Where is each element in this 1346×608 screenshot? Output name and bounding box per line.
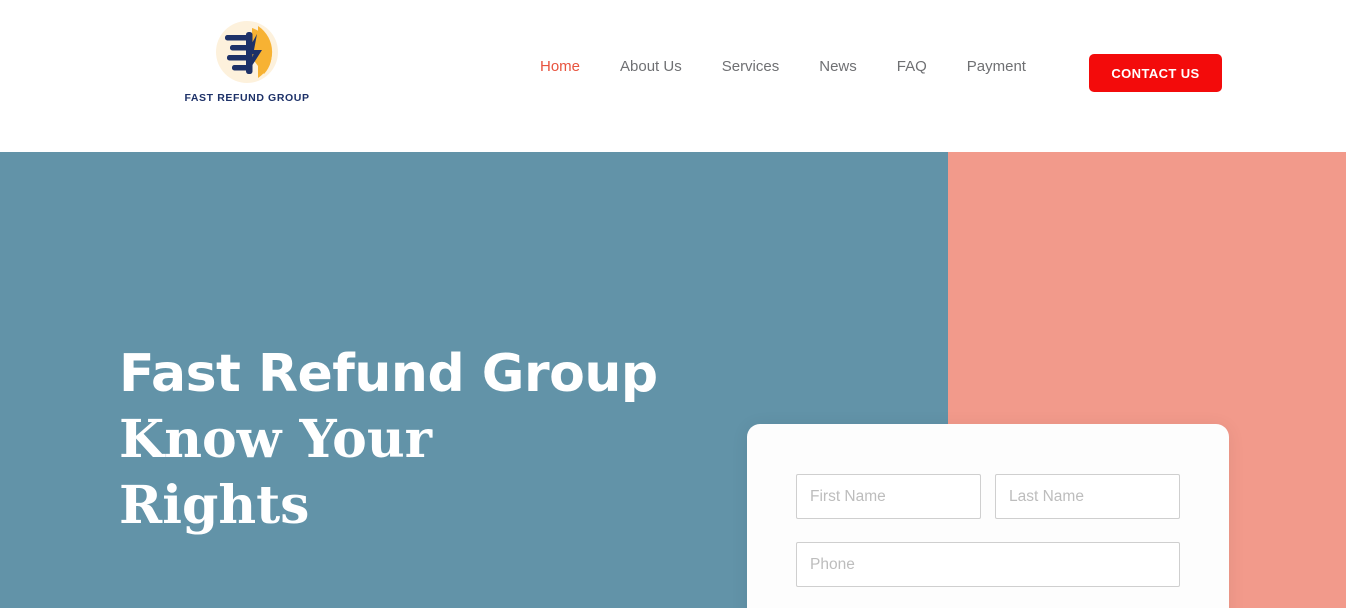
fast-refund-lightning-logo-icon	[216, 21, 278, 83]
hero-headline-line-3: Rights	[119, 475, 310, 536]
page-root: FAST REFUND GROUP Home About Us Services…	[0, 0, 1346, 608]
contact-us-button[interactable]: CONTACT US	[1089, 54, 1222, 92]
site-header: FAST REFUND GROUP Home About Us Services…	[0, 0, 1346, 152]
nav-item-about-us[interactable]: About Us	[600, 58, 702, 75]
lead-capture-form: Amount Invested * $5,000 or less	[747, 424, 1229, 608]
nav-item-news[interactable]: News	[799, 58, 877, 75]
nav-item-payment[interactable]: Payment	[947, 58, 1046, 75]
first-name-input[interactable]	[796, 474, 981, 519]
name-row	[796, 474, 1180, 519]
nav-item-home[interactable]: Home	[520, 58, 600, 75]
last-name-input[interactable]	[995, 474, 1180, 519]
nav-item-services[interactable]: Services	[702, 58, 800, 75]
hero-headline-line-1: Fast Refund Group	[119, 344, 658, 404]
logo[interactable]: FAST REFUND GROUP	[184, 18, 309, 116]
logo-text: FAST REFUND GROUP	[184, 92, 310, 104]
main-navigation: Home About Us Services News FAQ Payment	[520, 58, 1046, 75]
hero-headline: Fast Refund Group Know Your Rights	[119, 348, 658, 546]
hero-section: Fast Refund Group Know Your Rights Amoun…	[0, 152, 1346, 608]
phone-row	[796, 542, 1180, 587]
hero-headline-line-2: Know Your	[119, 409, 433, 470]
phone-input[interactable]	[796, 542, 1180, 587]
nav-item-faq[interactable]: FAQ	[877, 58, 947, 75]
